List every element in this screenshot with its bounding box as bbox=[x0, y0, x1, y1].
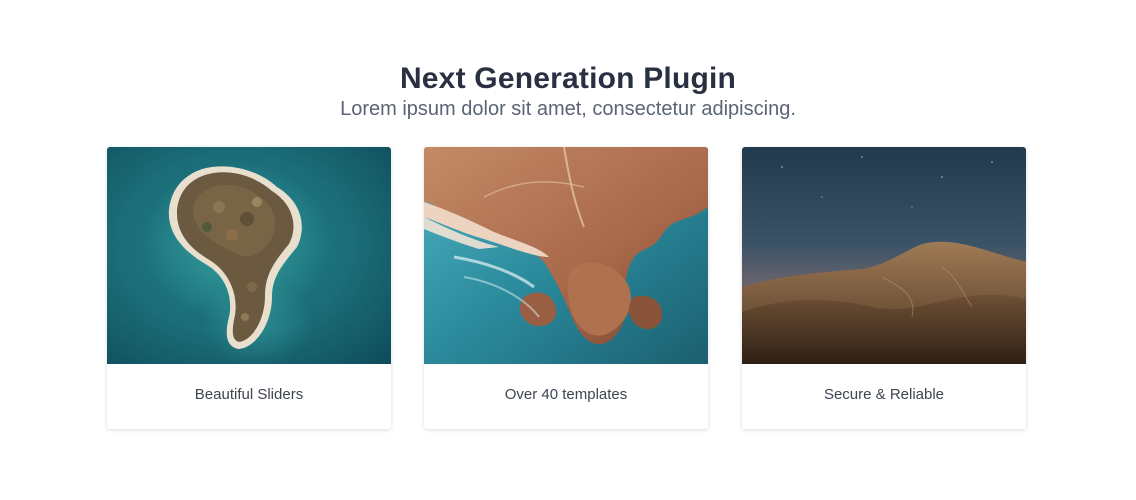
card-label: Beautiful Sliders bbox=[194, 386, 304, 403]
feature-card[interactable]: Beautiful Sliders bbox=[107, 147, 391, 429]
feature-card[interactable]: Secure & Reliable bbox=[742, 147, 1026, 429]
card-label: Over 40 templates bbox=[504, 386, 628, 403]
feature-section: Next Generation Plugin Lorem ipsum dolor… bbox=[0, 0, 1136, 500]
desert-hills-night-photo bbox=[742, 147, 1026, 364]
section-title: Next Generation Plugin bbox=[399, 62, 737, 95]
card-label: Secure & Reliable bbox=[823, 386, 945, 403]
feature-card[interactable]: Over 40 templates bbox=[424, 147, 708, 429]
feature-cards: Beautiful Sliders Over 40 templates Secu… bbox=[107, 147, 1027, 429]
aerial-island-photo bbox=[107, 147, 391, 364]
aerial-coastline-photo bbox=[424, 147, 708, 364]
section-subtitle: Lorem ipsum dolor sit amet, consectetur … bbox=[340, 98, 796, 120]
